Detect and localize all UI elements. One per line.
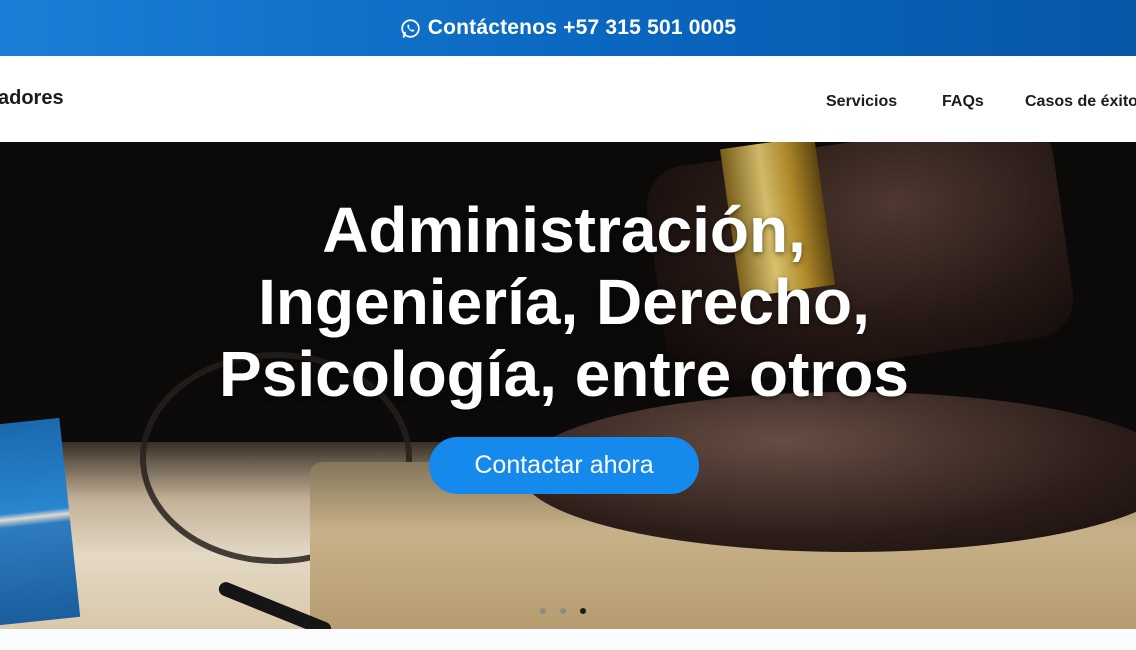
contact-text[interactable]: Contáctenos +57 315 501 0005 bbox=[428, 16, 737, 40]
hero-slider: Administración, Ingeniería, Derecho, Psi… bbox=[0, 142, 1136, 629]
contact-now-button[interactable]: Contactar ahora bbox=[429, 437, 699, 494]
main-nav: Servicios FAQs Casos de éxito bbox=[0, 93, 1136, 117]
slider-dot-1[interactable] bbox=[540, 608, 546, 614]
hero-title: Administración, Ingeniería, Derecho, Psi… bbox=[0, 194, 1128, 410]
slider-dot-3[interactable] bbox=[580, 608, 586, 614]
hero-title-line: Ingeniería, Derecho, bbox=[258, 266, 870, 338]
hero-title-line: Psicología, entre otros bbox=[219, 338, 909, 410]
nav-item-faqs[interactable]: FAQs bbox=[942, 93, 984, 111]
site-header: adores Servicios FAQs Casos de éxito bbox=[0, 56, 1136, 142]
nav-item-servicios[interactable]: Servicios bbox=[826, 93, 897, 111]
hero-title-line: Administración, bbox=[322, 194, 806, 266]
slider-dots bbox=[540, 608, 586, 616]
nav-item-casos-de-exito[interactable]: Casos de éxito bbox=[1025, 93, 1136, 111]
next-section bbox=[0, 629, 1136, 650]
whatsapp-icon bbox=[401, 18, 420, 38]
slider-dot-2[interactable] bbox=[560, 608, 566, 614]
contact-bar[interactable]: Contáctenos +57 315 501 0005 bbox=[0, 0, 1136, 56]
